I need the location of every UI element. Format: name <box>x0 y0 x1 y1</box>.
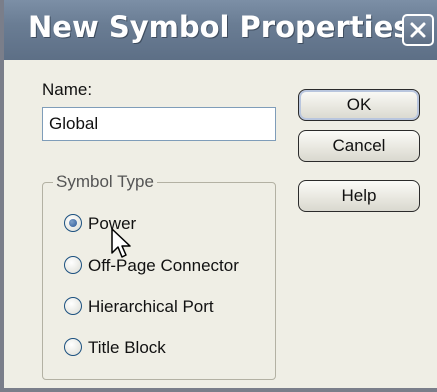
radio-button-icon <box>64 214 82 232</box>
radio-off-page-connector[interactable]: Off-Page Connector <box>64 254 264 278</box>
ok-button[interactable]: OK <box>298 89 420 121</box>
radio-button-icon <box>64 256 82 274</box>
radio-title-block[interactable]: Title Block <box>64 336 264 360</box>
radio-button-icon <box>64 338 82 356</box>
name-label: Name: <box>42 80 93 99</box>
close-button[interactable] <box>402 14 434 46</box>
radio-label: Hierarchical Port <box>88 297 214 316</box>
radio-button-icon <box>64 297 82 315</box>
radio-selected-dot <box>69 219 77 227</box>
cancel-button[interactable]: Cancel <box>298 130 420 162</box>
close-icon <box>410 22 426 38</box>
help-button[interactable]: Help <box>298 180 420 212</box>
dialog-title: New Symbol Properties <box>28 10 411 44</box>
radio-label: Title Block <box>88 338 166 357</box>
symbol-type-legend: Symbol Type <box>53 172 157 192</box>
radio-power[interactable]: Power <box>64 212 264 236</box>
name-input[interactable] <box>42 107 276 141</box>
mouse-pointer-icon <box>111 228 131 258</box>
dialog-window: New Symbol Properties Name: OK Cancel He… <box>0 0 437 392</box>
radio-hierarchical-port[interactable]: Hierarchical Port <box>64 295 264 319</box>
title-bar[interactable]: New Symbol Properties <box>4 0 437 60</box>
